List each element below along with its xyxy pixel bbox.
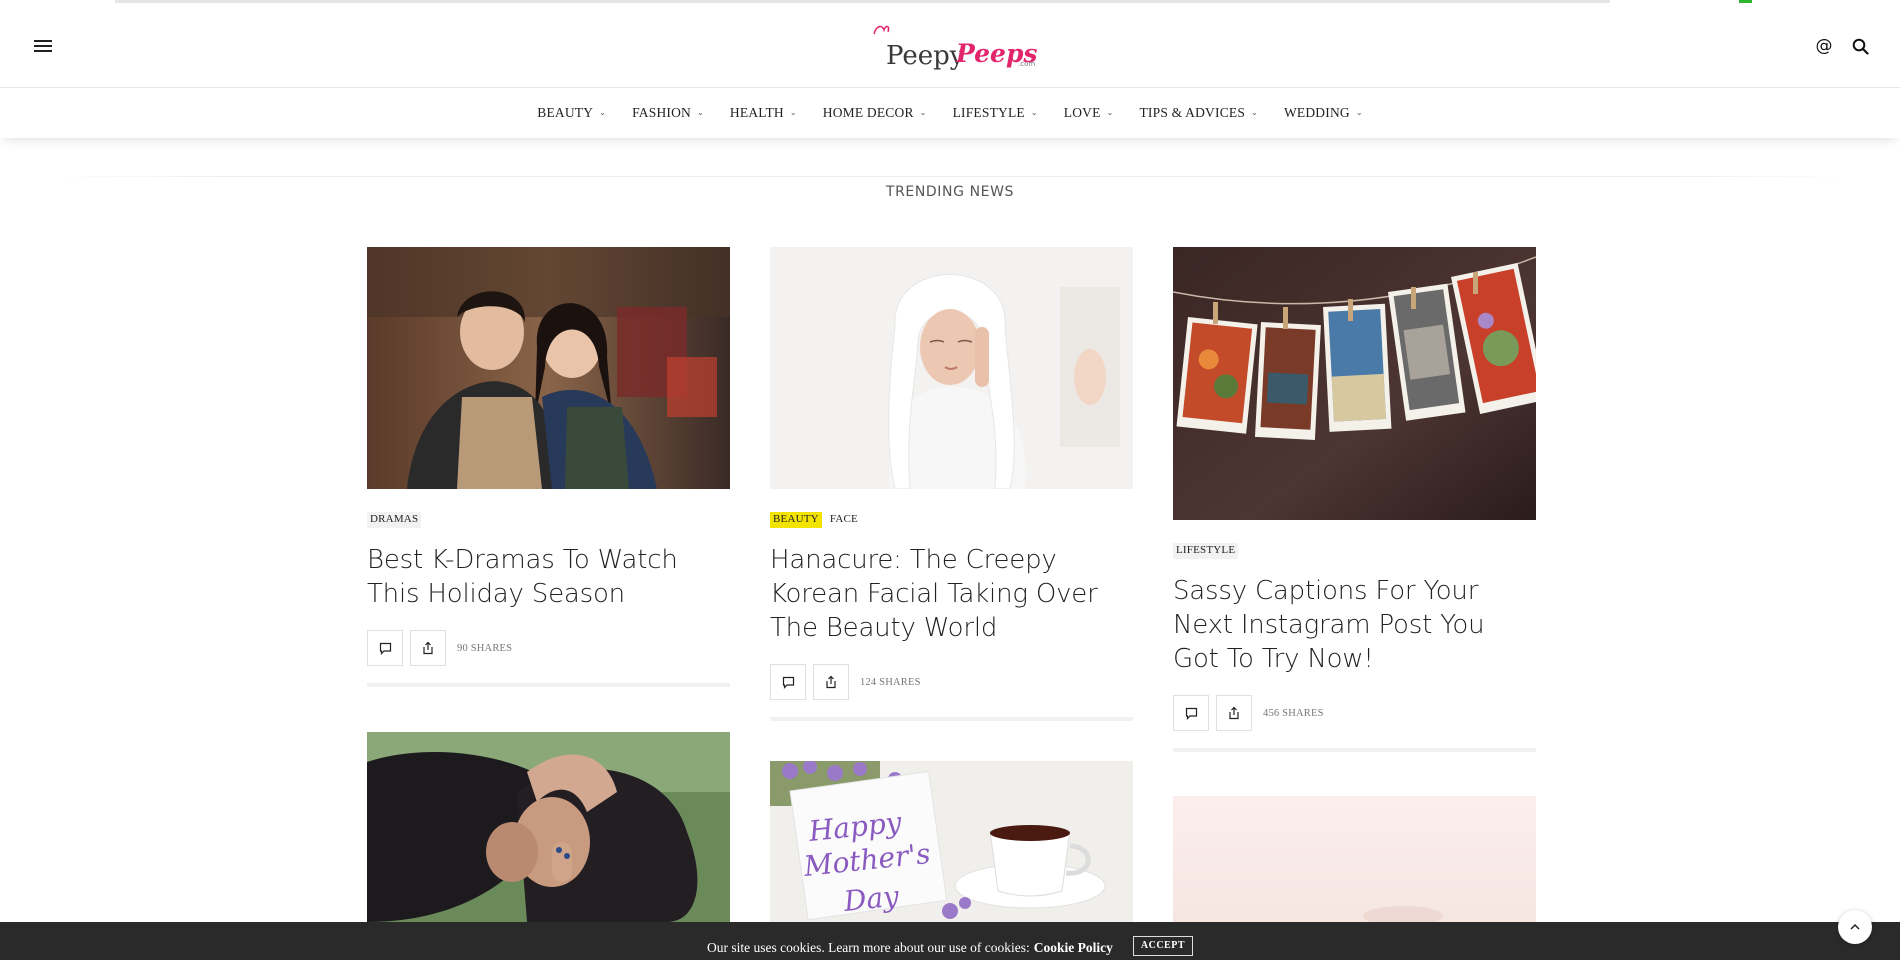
chevron-down-icon: ⌄ bbox=[919, 107, 927, 117]
chevron-down-icon: ⌄ bbox=[1030, 107, 1038, 117]
category-tag[interactable]: DRAMAS bbox=[367, 512, 422, 528]
post-card: DRAMAS Best K-Dramas To Watch This Holid… bbox=[367, 247, 730, 687]
post-thumbnail[interactable] bbox=[367, 732, 730, 922]
share-icon[interactable] bbox=[410, 630, 446, 666]
post-thumbnail[interactable] bbox=[1173, 796, 1536, 922]
post-title[interactable]: Sassy Captions For Your Next Instagram P… bbox=[1173, 574, 1536, 676]
category-tag-face[interactable]: FACE bbox=[826, 512, 861, 528]
post-card: BEAUTY FACE Hanacure: The Creepy Korean … bbox=[770, 247, 1133, 721]
search-icon[interactable] bbox=[1850, 36, 1870, 56]
logo-text-main: Peepy bbox=[886, 41, 965, 71]
nav-item-lifestyle[interactable]: LIFESTYLE ⌄ bbox=[940, 105, 1051, 121]
card-text: Day bbox=[841, 879, 901, 918]
share-icon[interactable] bbox=[813, 664, 849, 700]
site-logo[interactable]: Peepy Peeps .com bbox=[868, 20, 1038, 76]
card-divider bbox=[770, 717, 1133, 721]
post-card: Happy Mother's Day bbox=[770, 761, 1133, 922]
post-title[interactable]: Hanacure: The Creepy Korean Facial Takin… bbox=[770, 543, 1133, 645]
chevron-up-icon[interactable] bbox=[1838, 910, 1872, 944]
share-icon[interactable] bbox=[1216, 695, 1252, 731]
post-thumbnail[interactable] bbox=[770, 247, 1133, 489]
post-thumbnail[interactable] bbox=[367, 247, 730, 489]
chevron-down-icon: ⌄ bbox=[1106, 107, 1114, 117]
logo-suffix: .com bbox=[1018, 60, 1035, 68]
card-divider bbox=[1173, 748, 1536, 752]
hamburger-icon[interactable] bbox=[34, 40, 52, 54]
nav-item-tips-advices[interactable]: TIPS & ADVICES ⌄ bbox=[1126, 105, 1270, 121]
comment-icon[interactable] bbox=[367, 630, 403, 666]
share-count: 124 SHARES bbox=[860, 676, 921, 688]
post-thumbnail[interactable] bbox=[1173, 247, 1536, 520]
post-thumbnail[interactable]: Happy Mother's Day bbox=[770, 761, 1133, 922]
comment-icon[interactable] bbox=[1173, 695, 1209, 731]
main-navigation: BEAUTY ⌄ FASHION ⌄ HEALTH ⌄ HOME DECOR ⌄ LIF… bbox=[0, 88, 1900, 138]
chevron-down-icon: ⌄ bbox=[1355, 107, 1363, 117]
category-tag[interactable]: LIFESTYLE bbox=[1173, 543, 1239, 559]
nav-item-wedding[interactable]: WEDDING ⌄ bbox=[1271, 105, 1376, 121]
nav-item-health[interactable]: HEALTH ⌄ bbox=[717, 105, 810, 121]
post-card: LIFESTYLE Sassy Captions For Your Next I… bbox=[1173, 247, 1536, 752]
category-tag-beauty[interactable]: BEAUTY bbox=[770, 512, 822, 528]
post-card bbox=[1173, 796, 1536, 922]
section-divider bbox=[45, 176, 1855, 177]
nav-item-beauty[interactable]: BEAUTY ⌄ bbox=[524, 105, 619, 121]
top-loading-line bbox=[115, 0, 1610, 3]
nav-item-fashion[interactable]: FASHION ⌄ bbox=[619, 105, 717, 121]
cookie-banner: Our site uses cookies. Learn more about … bbox=[0, 922, 1900, 960]
post-title[interactable]: Best K-Dramas To Watch This Holiday Seas… bbox=[367, 543, 730, 611]
cookie-policy-link[interactable]: Cookie Policy bbox=[1034, 940, 1113, 956]
nav-item-love[interactable]: LOVE ⌄ bbox=[1051, 105, 1127, 121]
at-icon[interactable]: @ bbox=[1814, 36, 1834, 56]
chevron-down-icon: ⌄ bbox=[1251, 107, 1258, 117]
post-card bbox=[367, 732, 730, 922]
chevron-down-icon: ⌄ bbox=[697, 107, 704, 117]
nav-item-home-decor[interactable]: HOME DECOR ⌄ bbox=[810, 105, 940, 121]
chevron-down-icon: ⌄ bbox=[789, 107, 797, 117]
share-count: 456 SHARES bbox=[1263, 707, 1324, 719]
comment-icon[interactable] bbox=[770, 664, 806, 700]
accept-button[interactable]: ACCEPT bbox=[1132, 936, 1194, 956]
cookie-message: Our site uses cookies. Learn more about … bbox=[706, 940, 1030, 955]
progress-indicator bbox=[1739, 0, 1752, 3]
card-divider bbox=[367, 683, 730, 687]
share-count: 90 SHARES bbox=[457, 642, 513, 654]
chevron-down-icon: ⌄ bbox=[599, 107, 607, 117]
section-title: TRENDING NEWS bbox=[885, 184, 1015, 200]
site-header: Peepy Peeps .com @ bbox=[0, 8, 1900, 88]
